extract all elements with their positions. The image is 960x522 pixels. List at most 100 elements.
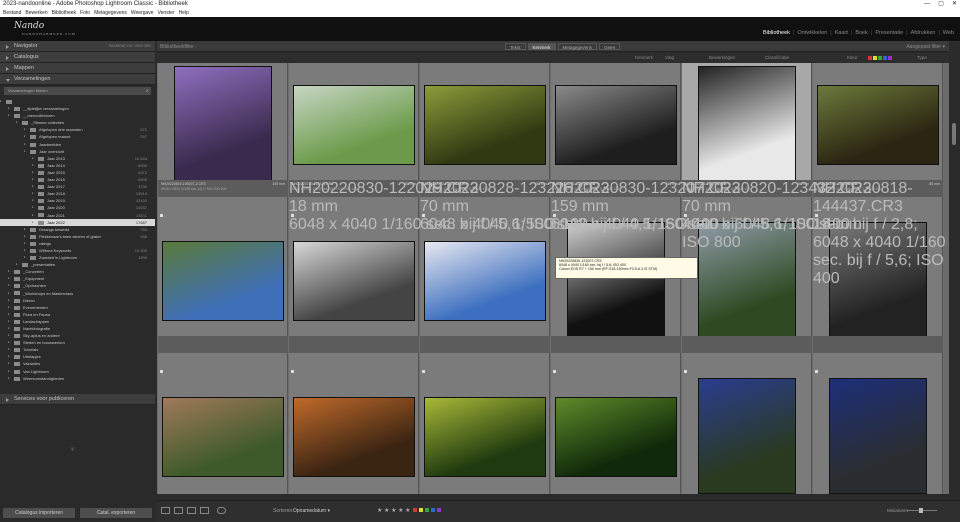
scrollbar-thumb[interactable] xyxy=(952,123,956,145)
collection-item[interactable]: ▸ Jaar 2022 17687 xyxy=(0,218,155,226)
disclosure-triangle-icon[interactable]: ▸ xyxy=(24,141,26,148)
collection-item[interactable]: ▸ Zwartwit in Lightroom 1290 xyxy=(0,254,155,261)
maximize-icon[interactable]: ▢ xyxy=(938,0,944,9)
navigator-header[interactable]: Navigator PASSEND VUL 100% 25% xyxy=(0,41,155,52)
collection-item[interactable]: ▸ Uitstapjes xyxy=(0,353,155,360)
collection-item[interactable]: ▸ Weersomstandigheden xyxy=(0,375,155,382)
photo-thumbnail[interactable] xyxy=(162,241,284,321)
disclosure-triangle-icon[interactable]: ▸ xyxy=(8,375,10,382)
disclosure-triangle-icon[interactable]: ▸ xyxy=(8,346,10,353)
collection-item[interactable]: ▸ Tutorials xyxy=(0,346,155,353)
sort-dropdown[interactable]: Opnamedatum ▾ xyxy=(293,508,330,514)
close-icon[interactable]: ✕ xyxy=(952,0,957,9)
disclosure-triangle-icon[interactable]: ▸ xyxy=(8,282,10,289)
collection-item[interactable]: ▸ Sky-aplus en andere xyxy=(0,332,155,339)
photo-thumbnail[interactable] xyxy=(698,378,796,494)
disclosure-triangle-icon[interactable]: ▸ xyxy=(8,275,10,282)
thumbnail-cell[interactable]: ★ ★ ★NH20220723-114225.CR385 mm6048 x 33… xyxy=(289,63,419,197)
rating-stars[interactable]: ★ ★ ★ ★ ★ xyxy=(377,507,411,514)
disclosure-triangle-icon[interactable]: ▸ xyxy=(32,155,34,162)
filter-tab-text[interactable]: Tekst xyxy=(505,43,526,50)
compare-view-icon[interactable] xyxy=(187,507,196,514)
collection-item[interactable]: ▸ Jaar overzicht xyxy=(0,148,155,155)
collection-item[interactable]: ▸ _presentaties xyxy=(0,261,155,268)
filter-tab-none[interactable]: Geen xyxy=(599,43,621,50)
publish-services-header[interactable]: Services voor publiceren xyxy=(0,394,155,405)
disclosure-triangle-icon[interactable]: ▸ xyxy=(32,162,34,169)
collection-item[interactable]: ▸ ratings xyxy=(0,240,155,247)
disclosure-triangle-icon[interactable]: ▸ xyxy=(32,176,34,183)
menu-help[interactable]: Help xyxy=(179,9,189,17)
collection-item[interactable]: ▸ Flora en Fauna xyxy=(0,311,155,318)
disclosure-triangle-icon[interactable]: ▸ xyxy=(8,112,10,119)
collection-item[interactable]: ▸ Dieren xyxy=(0,297,155,304)
menu-window[interactable]: Venster xyxy=(158,9,175,17)
disclosure-triangle-icon[interactable]: ▸ xyxy=(32,183,34,190)
disclosure-triangle-icon[interactable]: ▸ xyxy=(8,290,10,297)
collection-item[interactable]: ▸ Nachtfotografie xyxy=(0,325,155,332)
disclosure-triangle-icon[interactable]: ▸ xyxy=(8,268,10,275)
collection-item[interactable]: ▸ Jaar 2018 13914 xyxy=(0,190,155,197)
module-book[interactable]: Boek xyxy=(855,30,868,36)
collection-item[interactable]: ▸ Plekkenaar's twee sterren of grater 936 xyxy=(0,233,155,240)
collection-item[interactable]: ▸ _Workshops en Masterclass xyxy=(0,290,155,297)
module-develop[interactable]: Ontwikkelen xyxy=(797,30,827,36)
menu-photo[interactable]: Foto xyxy=(80,9,90,17)
thumbnail-cell[interactable] xyxy=(420,353,550,494)
disclosure-triangle-icon[interactable]: ▸ xyxy=(8,311,10,318)
collection-item[interactable]: ▸ Jaar 2020 14037 xyxy=(0,204,155,211)
thumbnail-cell[interactable]: ★ ★ ★NH20220716-182021.CR385 mm4000 x 48… xyxy=(682,63,812,197)
collection-item[interactable]: ▸ _Opdrachten xyxy=(0,282,155,289)
grid-scrollbar[interactable] xyxy=(949,63,960,494)
photo-thumbnail[interactable] xyxy=(293,85,415,165)
photo-thumbnail[interactable] xyxy=(829,378,927,494)
flag-icon[interactable] xyxy=(160,370,163,373)
flag-icon[interactable] xyxy=(160,214,163,217)
photo-thumbnail[interactable] xyxy=(555,85,677,165)
survey-view-icon[interactable] xyxy=(200,507,209,514)
collection-item[interactable]: ▸ Steden en bouwwerken xyxy=(0,339,155,346)
filter-tab-metadata[interactable]: Metagegevens xyxy=(557,43,598,50)
menu-library[interactable]: Bibliotheek xyxy=(52,9,76,17)
thumbnail-size-knob[interactable] xyxy=(919,508,923,513)
rating-filter[interactable]: Classificatie xyxy=(765,55,789,60)
module-slideshow[interactable]: Presentatie xyxy=(875,30,903,36)
flag-icon[interactable] xyxy=(684,370,687,373)
folders-header[interactable]: Mappen xyxy=(0,63,155,74)
disclosure-triangle-icon[interactable]: ▸ xyxy=(16,119,18,126)
disclosure-triangle-icon[interactable]: ▸ xyxy=(16,261,18,268)
menu-edit[interactable]: Bewerken xyxy=(25,9,47,17)
collection-item[interactable]: ▸ Landschappen xyxy=(0,318,155,325)
flag-icon[interactable] xyxy=(815,370,818,373)
disclosure-triangle-icon[interactable]: ▸ xyxy=(8,325,10,332)
color-label-chip[interactable] xyxy=(437,508,441,512)
module-library[interactable]: Bibliotheek xyxy=(763,30,790,36)
minimize-icon[interactable]: — xyxy=(924,0,930,9)
disclosure-triangle-icon[interactable]: ▸ xyxy=(32,219,34,226)
collection-item[interactable]: ▸ Afgelopen maand 297 xyxy=(0,133,155,140)
disclosure-triangle-icon[interactable]: ▸ xyxy=(24,247,26,254)
flag-icon[interactable] xyxy=(291,370,294,373)
disclosure-triangle-icon[interactable]: ▸ xyxy=(8,360,10,367)
color-label-chip[interactable] xyxy=(419,508,423,512)
photo-thumbnail[interactable] xyxy=(567,222,665,338)
menu-view[interactable]: Weergave xyxy=(131,9,154,17)
photo-thumbnail[interactable] xyxy=(698,66,796,182)
disclosure-triangle-icon[interactable]: ▸ xyxy=(32,204,34,211)
disclosure-triangle-icon[interactable]: ▸ xyxy=(8,297,10,304)
thumbnail-cell[interactable] xyxy=(289,353,419,494)
import-catalog-button[interactable]: Catalogus importeren xyxy=(3,508,75,518)
filter-preset-dropdown[interactable]: Aangepast filter ▾ xyxy=(906,44,945,50)
loupe-view-icon[interactable] xyxy=(174,507,183,514)
collection-item[interactable]: ▸ __mencollectoren xyxy=(0,112,155,119)
disclosure-triangle-icon[interactable]: ▸ xyxy=(8,318,10,325)
thumbnail-cell[interactable]: ★ ★ ★NH20220819-193007-2.CR3105 mm6048 x… xyxy=(158,63,288,197)
collection-item[interactable]: ▸ Without Keywords 10.300 xyxy=(0,247,155,254)
color-label-chip[interactable] xyxy=(431,508,435,512)
collection-item[interactable]: ▸ __tijdelijke verzamelingen xyxy=(0,105,155,112)
disclosure-triangle-icon[interactable]: ▸ xyxy=(8,353,10,360)
grid-view-icon[interactable] xyxy=(161,507,170,514)
export-catalog-button[interactable]: Catal. exporteren xyxy=(80,508,152,518)
filter-tab-attribute[interactable]: Kenmerk xyxy=(527,43,556,50)
disclosure-triangle-icon[interactable]: ▸ xyxy=(24,254,26,261)
